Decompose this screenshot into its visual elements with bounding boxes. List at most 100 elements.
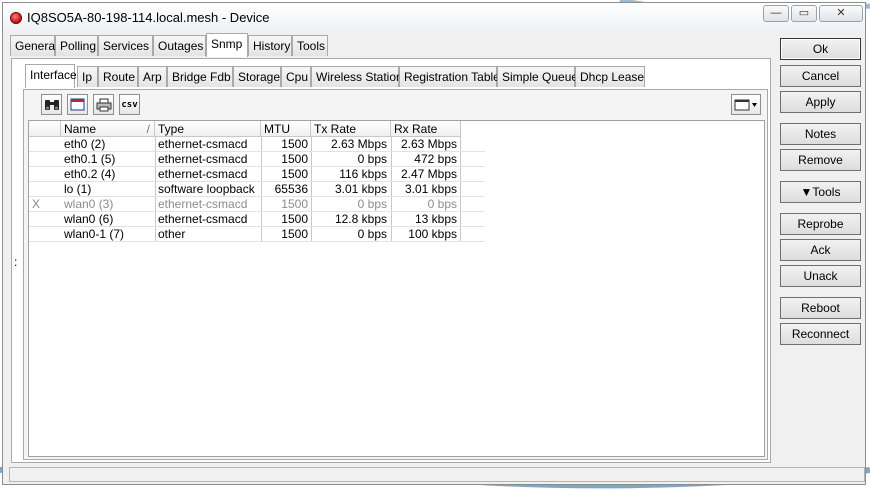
tools-dropdown-button[interactable]: ▼Tools — [780, 181, 861, 203]
status-bar — [9, 467, 865, 482]
column-header-mtu[interactable]: MTU — [261, 121, 311, 137]
row-type: ethernet-csmacd — [158, 152, 248, 166]
row-name: eth0 (2) — [64, 137, 106, 151]
row-tx-rate: 0 bps — [357, 152, 387, 166]
columns-button[interactable] — [731, 94, 761, 115]
row-name: lo (1) — [64, 182, 92, 196]
row-name: eth0.2 (4) — [64, 167, 116, 181]
minimize-button[interactable]: — — [763, 5, 789, 22]
subtab-dhcp-lease[interactable]: Dhcp Lease — [575, 66, 645, 87]
reprobe-button[interactable]: Reprobe — [780, 213, 861, 235]
row-tx-rate: 0 bps — [357, 197, 387, 211]
maximize-icon: ▭ — [798, 7, 810, 19]
row-mtu: 1500 — [281, 167, 308, 181]
reconnect-button[interactable]: Reconnect — [780, 323, 861, 345]
row-rx-rate: 472 bps — [414, 152, 457, 166]
row-type: ethernet-csmacd — [158, 197, 248, 211]
row-rx-rate: 0 bps — [427, 197, 457, 211]
row-tx-rate: 3.01 kbps — [334, 182, 387, 196]
table-row[interactable]: eth0 (2) ethernet-csmacd 1500 2.63 Mbps … — [29, 137, 485, 152]
table-row-disabled[interactable]: X wlan0 (3) ethernet-csmacd 1500 0 bps 0… — [29, 197, 485, 212]
interface-table[interactable]: Name / Type MTU Tx Rate Rx Rate eth0 (2)… — [28, 120, 765, 457]
row-type: software loopback — [158, 182, 255, 196]
row-mtu: 1500 — [281, 227, 308, 241]
maximize-button[interactable]: ▭ — [791, 5, 817, 22]
subtab-storage[interactable]: Storage — [233, 66, 281, 87]
table-row[interactable]: wlan0 (6) ethernet-csmacd 1500 12.8 kbps… — [29, 212, 485, 227]
apply-button[interactable]: Apply — [780, 91, 861, 113]
ack-button[interactable]: Ack — [780, 239, 861, 261]
minimize-icon: — — [770, 7, 782, 19]
row-name: wlan0-1 (7) — [64, 227, 125, 241]
column-header-tx-rate[interactable]: Tx Rate — [311, 121, 391, 137]
reboot-button[interactable]: Reboot — [780, 297, 861, 319]
row-mtu: 1500 — [281, 137, 308, 151]
calendar-button[interactable] — [67, 94, 88, 115]
row-type: ethernet-csmacd — [158, 212, 248, 226]
main-tab-strip: General Polling Services Outages Snmp Hi… — [10, 33, 770, 57]
column-header-rx-rate[interactable]: Rx Rate — [391, 121, 461, 137]
unack-button[interactable]: Unack — [780, 265, 861, 287]
row-rx-rate: 3.01 kbps — [404, 182, 457, 196]
tab-outages[interactable]: Outages — [153, 35, 206, 56]
window-title: IQ8SO5A-80-198-114.local.mesh - Device — [27, 10, 270, 25]
subtab-cpu[interactable]: Cpu — [281, 66, 311, 87]
row-mtu: 1500 — [281, 212, 308, 226]
title-bar[interactable]: IQ8SO5A-80-198-114.local.mesh - Device —… — [3, 3, 865, 31]
ok-button[interactable]: Ok — [780, 38, 861, 60]
row-rx-rate: 2.63 Mbps — [400, 137, 457, 151]
subtab-route[interactable]: Route — [98, 66, 138, 87]
table-row[interactable]: wlan0-1 (7) other 1500 0 bps 100 kbps — [29, 227, 485, 242]
sort-indicator-icon: / — [146, 122, 150, 136]
side-marker: : — [14, 255, 18, 269]
close-button[interactable]: ✕ — [819, 5, 863, 22]
row-tx-rate: 12.8 kbps — [334, 212, 387, 226]
subtab-registration-table[interactable]: Registration Table — [399, 66, 500, 87]
table-row[interactable]: eth0.2 (4) ethernet-csmacd 1500 116 kbps… — [29, 167, 485, 182]
cancel-button[interactable]: Cancel — [780, 65, 861, 87]
row-tx-rate: 2.63 Mbps — [330, 137, 387, 151]
tab-tools[interactable]: Tools — [292, 35, 328, 56]
remove-button[interactable]: Remove — [780, 149, 861, 171]
device-window: IQ8SO5A-80-198-114.local.mesh - Device —… — [2, 2, 866, 485]
subtab-interface[interactable]: Interface — [25, 64, 77, 88]
table-row[interactable]: lo (1) software loopback 65536 3.01 kbps… — [29, 182, 485, 197]
row-name: wlan0 (6) — [64, 212, 114, 226]
notes-button[interactable]: Notes — [780, 123, 861, 145]
printer-icon — [96, 98, 111, 111]
table-row[interactable]: eth0.1 (5) ethernet-csmacd 1500 0 bps 47… — [29, 152, 485, 167]
app-icon — [10, 12, 22, 24]
csv-export-button[interactable]: csv — [119, 94, 140, 115]
row-rx-rate: 2.47 Mbps — [400, 167, 457, 181]
column-header-type[interactable]: Type — [155, 121, 261, 137]
row-mtu: 65536 — [274, 182, 308, 196]
tab-snmp[interactable]: Snmp — [206, 33, 248, 57]
row-flag: X — [32, 197, 41, 211]
column-name-label: Name — [64, 122, 97, 136]
subtab-simple-queue[interactable]: Simple Queue — [497, 66, 578, 87]
row-tx-rate: 0 bps — [357, 227, 387, 241]
column-header-flag[interactable] — [29, 121, 61, 137]
row-name: eth0.1 (5) — [64, 152, 116, 166]
subtab-arp[interactable]: Arp — [138, 66, 167, 87]
row-type: ethernet-csmacd — [158, 167, 248, 181]
row-name: wlan0 (3) — [64, 197, 114, 211]
tab-services[interactable]: Services — [98, 35, 153, 56]
close-icon: ✕ — [836, 7, 846, 19]
print-button[interactable] — [93, 94, 114, 115]
row-type: other — [158, 227, 186, 241]
row-rx-rate: 100 kbps — [408, 227, 457, 241]
calendar-icon — [70, 98, 85, 111]
find-button[interactable] — [41, 94, 62, 115]
row-mtu: 1500 — [281, 197, 308, 211]
tab-polling[interactable]: Polling — [55, 35, 98, 56]
subtab-wireless-station[interactable]: Wireless Station — [311, 66, 403, 87]
tab-general[interactable]: General — [10, 35, 58, 56]
columns-icon — [734, 99, 757, 110]
column-header-name[interactable]: Name / — [61, 121, 155, 137]
subtab-ip[interactable]: Ip — [77, 66, 98, 87]
subtab-bridge-fdb[interactable]: Bridge Fdb — [167, 66, 233, 87]
row-tx-rate: 116 kbps — [339, 167, 387, 181]
binoculars-icon — [44, 99, 59, 110]
tab-history[interactable]: History — [248, 35, 292, 56]
